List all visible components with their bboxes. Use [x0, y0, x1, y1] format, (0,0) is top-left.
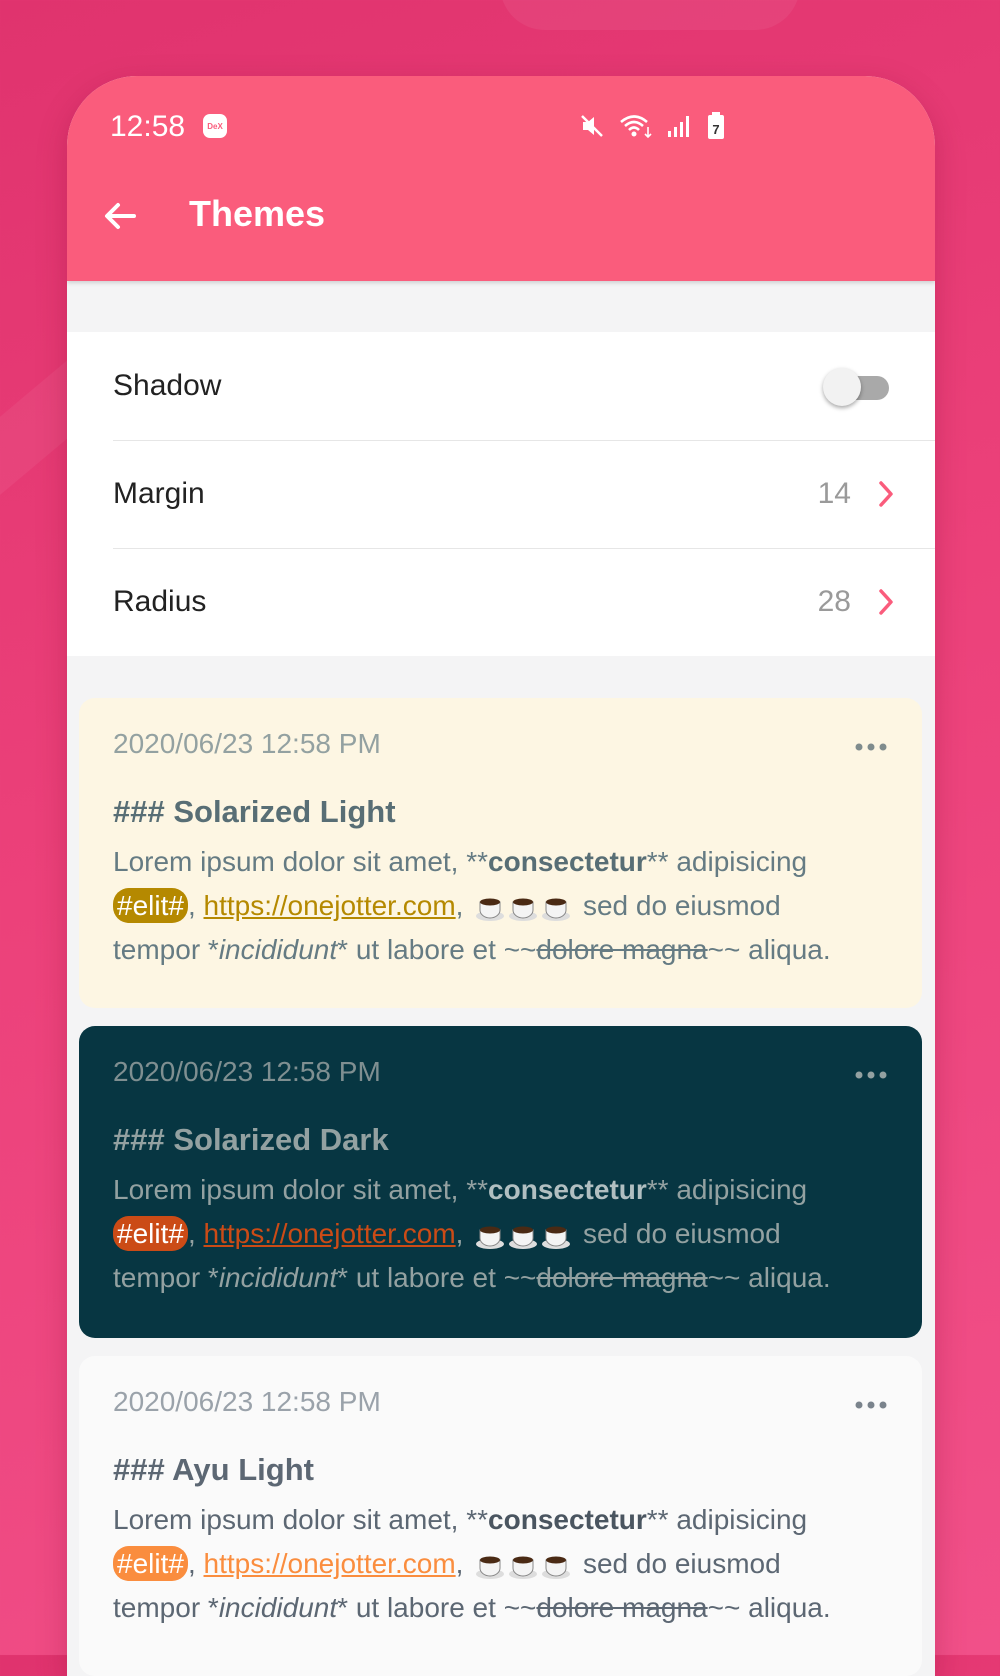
- note-text: ,: [187, 1548, 196, 1579]
- note-text: ,: [455, 1218, 464, 1249]
- note-text: ,: [455, 1548, 464, 1579]
- link[interactable]: https://onejotter.com: [204, 890, 456, 921]
- note-text: ** adipisicing: [646, 1504, 808, 1535]
- toggle-knob: [823, 368, 861, 406]
- app-bar: 12:58 DeX 7 Themes: [67, 76, 935, 281]
- more-options-icon[interactable]: [854, 1070, 888, 1080]
- more-options-icon[interactable]: [854, 742, 888, 752]
- coffee-icon: [509, 898, 538, 921]
- note-text: tempor *: [113, 1592, 219, 1623]
- coffee-icon: [542, 1226, 571, 1249]
- margin-setting[interactable]: Margin 14: [67, 440, 935, 548]
- note-text: sed do eiusmod: [575, 1548, 781, 1579]
- note-title: ### Solarized Light: [113, 794, 396, 829]
- wifi-icon: [620, 115, 652, 139]
- note-text: tempor *: [113, 934, 219, 965]
- note-text: ,: [187, 890, 196, 921]
- note-body: Lorem ipsum dolor sit amet, **consectetu…: [113, 1168, 888, 1300]
- coffee-icon: [542, 898, 571, 921]
- note-text: ~~ aliqua.: [707, 934, 831, 965]
- note-text: * ut labore et ~~: [337, 1592, 537, 1623]
- status-time: 12:58: [110, 110, 186, 143]
- margin-label: Margin: [113, 477, 205, 510]
- coffee-emojis: [475, 894, 571, 922]
- note-date: 2020/06/23 12:58 PM: [113, 1386, 381, 1417]
- status-icons: 7: [579, 112, 725, 140]
- note-card-ayu-light[interactable]: 2020/06/23 12:58 PM ### Ayu Light Lorem …: [79, 1356, 922, 1676]
- bold-text: consectetur: [488, 1174, 647, 1205]
- link[interactable]: https://onejotter.com: [204, 1218, 456, 1249]
- radius-value: 28: [817, 585, 851, 618]
- page-title: Themes: [189, 193, 326, 234]
- background-decoration: [500, 0, 800, 30]
- note-text: sed do eiusmod: [575, 1218, 781, 1249]
- coffee-icon: [476, 1556, 505, 1579]
- more-options-icon[interactable]: [854, 1400, 888, 1410]
- note-body: Lorem ipsum dolor sit amet, **consectetu…: [113, 840, 888, 972]
- italic-text: incididunt: [218, 1262, 338, 1293]
- settings-list: Shadow Margin 14 Radius 28: [67, 332, 935, 656]
- note-text: sed do eiusmod: [575, 890, 781, 921]
- strikethrough-text: dolore magna: [536, 934, 708, 965]
- note-text: * ut labore et ~~: [337, 1262, 537, 1293]
- margin-value: 14: [817, 477, 851, 510]
- coffee-emojis: [475, 1222, 571, 1250]
- italic-text: incididunt: [218, 1592, 338, 1623]
- bold-text: consectetur: [488, 1504, 647, 1535]
- note-date: 2020/06/23 12:58 PM: [113, 728, 381, 759]
- signal-icon: [668, 116, 689, 137]
- note-date: 2020/06/23 12:58 PM: [113, 1056, 381, 1087]
- note-text: Lorem ipsum dolor sit amet, **: [113, 1174, 489, 1205]
- coffee-icon: [476, 898, 505, 921]
- coffee-emojis: [475, 1552, 571, 1580]
- note-text: ,: [187, 1218, 196, 1249]
- strikethrough-text: dolore magna: [536, 1592, 708, 1623]
- note-text: Lorem ipsum dolor sit amet, **: [113, 1504, 489, 1535]
- radius-label: Radius: [113, 585, 207, 618]
- strikethrough-text: dolore magna: [536, 1262, 708, 1293]
- chevron-right-icon: [879, 481, 893, 507]
- chevron-right-icon: [879, 589, 893, 615]
- note-text: ** adipisicing: [646, 1174, 808, 1205]
- coffee-icon: [542, 1556, 571, 1579]
- note-card-solarized-dark[interactable]: 2020/06/23 12:58 PM ### Solarized Dark L…: [79, 1026, 922, 1338]
- note-title: ### Solarized Dark: [113, 1122, 389, 1157]
- note-text: tempor *: [113, 1262, 219, 1293]
- note-text: * ut labore et ~~: [337, 934, 537, 965]
- shadow-setting[interactable]: Shadow: [67, 332, 935, 440]
- tag-chip[interactable]: #elit#: [113, 1216, 188, 1251]
- coffee-icon: [509, 1226, 538, 1249]
- tag-chip[interactable]: #elit#: [113, 1546, 188, 1581]
- tag-chip[interactable]: #elit#: [113, 888, 188, 923]
- note-card-solarized-light[interactable]: 2020/06/23 12:58 PM ### Solarized Light …: [79, 698, 922, 1008]
- shadow-toggle[interactable]: [823, 366, 889, 406]
- note-title: ### Ayu Light: [113, 1452, 314, 1487]
- arrow-left-icon[interactable]: [100, 196, 140, 236]
- italic-text: incididunt: [218, 934, 338, 965]
- note-text: ,: [455, 890, 464, 921]
- note-text: ~~ aliqua.: [707, 1592, 831, 1623]
- phone-screen: 12:58 DeX 7 Themes Shadow Margin 14 Radi…: [67, 76, 935, 1676]
- dex-icon: DeX: [203, 114, 227, 138]
- shadow-label: Shadow: [113, 369, 222, 402]
- coffee-icon: [509, 1556, 538, 1579]
- link[interactable]: https://onejotter.com: [204, 1548, 456, 1579]
- battery-level: 7: [712, 122, 719, 137]
- coffee-icon: [476, 1226, 505, 1249]
- note-text: ** adipisicing: [646, 846, 808, 877]
- battery-icon: 7: [708, 112, 724, 139]
- bold-text: consectetur: [488, 846, 647, 877]
- note-text: ~~ aliqua.: [707, 1262, 831, 1293]
- note-text: Lorem ipsum dolor sit amet, **: [113, 846, 489, 877]
- note-body: Lorem ipsum dolor sit amet, **consectetu…: [113, 1498, 888, 1630]
- mute-icon: [581, 115, 603, 137]
- radius-setting[interactable]: Radius 28: [67, 548, 935, 656]
